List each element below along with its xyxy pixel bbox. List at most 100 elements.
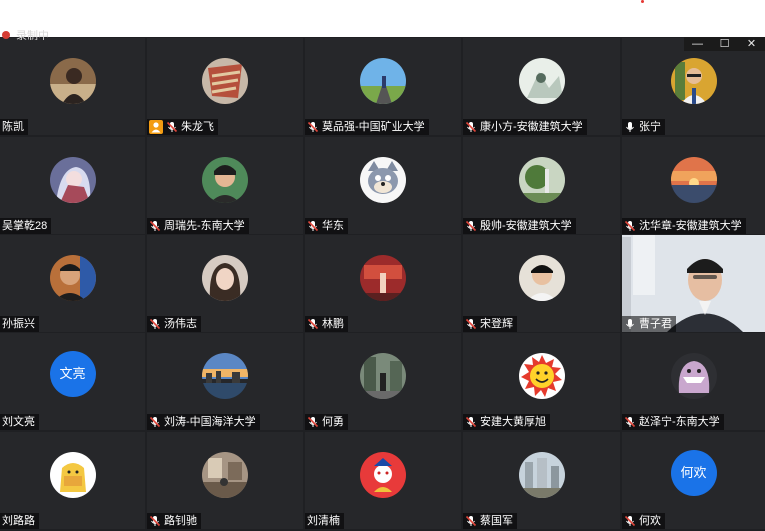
participant-tile[interactable]: 刘路路 [0, 432, 145, 529]
participant-tile[interactable]: 华东 [305, 137, 461, 234]
meeting-gallery-view: 陈凯 朱龙飞 莫品强-中国矿业大学 康小方-安徽建筑大学 张宁吴掌乾28 周瑞先-东南大学… [0, 37, 765, 531]
participant-avatar [670, 57, 717, 104]
mic-muted-icon [307, 121, 319, 133]
participant-avatar [202, 57, 248, 104]
minimize-button[interactable]: — [684, 37, 711, 51]
participant-nameplate: 张宁 [622, 119, 665, 135]
participant-avatar [670, 156, 717, 203]
mic-muted-icon [307, 318, 319, 330]
mic-muted-icon [465, 416, 477, 428]
participant-avatar [49, 156, 96, 203]
record-icon [2, 31, 10, 39]
host-icon [149, 120, 163, 134]
mic-muted-icon [465, 121, 477, 133]
mic-muted-icon [465, 318, 477, 330]
participant-name: 陈凯 [2, 121, 24, 133]
participant-avatar [49, 254, 96, 301]
participant-tile[interactable]: 赵泽宁-东南大学 [622, 333, 765, 430]
participant-tile[interactable]: 何欢 何欢 [622, 432, 765, 529]
mic-muted-icon [624, 220, 636, 232]
participant-tile[interactable]: 林鹏 [305, 235, 461, 332]
participant-tile[interactable]: 周瑞先-东南大学 [147, 137, 303, 234]
participant-avatar-text: 文亮 [49, 350, 96, 397]
participant-nameplate: 汤伟志 [147, 316, 201, 332]
participant-nameplate: 周瑞先-东南大学 [147, 218, 249, 234]
participant-nameplate: 路钊驰 [147, 513, 201, 529]
participant-avatar [518, 451, 565, 498]
participant-name: 华东 [322, 220, 344, 232]
participant-nameplate: 沈华章-安徽建筑大学 [622, 218, 746, 234]
mic-muted-icon [149, 318, 161, 330]
participant-tile[interactable]: 莫品强-中国矿业大学 [305, 38, 461, 135]
participant-tile[interactable]: 蔡国军 [463, 432, 620, 529]
participant-nameplate: 安建大黄厚旭 [463, 414, 550, 430]
participant-nameplate: 刘涛-中国海洋大学 [147, 414, 260, 430]
mic-muted-icon [307, 416, 319, 428]
participant-tile[interactable]: 刘清楠 [305, 432, 461, 529]
participant-tile[interactable]: 孙振兴 [0, 235, 145, 332]
participant-name: 周瑞先-东南大学 [164, 220, 245, 232]
participant-avatar [360, 254, 406, 301]
participant-tile[interactable]: 沈华章-安徽建筑大学 [622, 137, 765, 234]
participant-name: 安建大黄厚旭 [480, 416, 546, 428]
participant-avatar [360, 57, 406, 104]
participant-name: 林鹏 [322, 318, 344, 330]
participant-tile[interactable]: 刘涛-中国海洋大学 [147, 333, 303, 430]
participant-name: 何勇 [322, 416, 344, 428]
participant-nameplate: 何欢 [622, 513, 665, 529]
participant-name: 刘清楠 [307, 515, 340, 527]
participant-nameplate: 吴掌乾28 [0, 218, 52, 234]
participant-name: 莫品强-中国矿业大学 [322, 121, 425, 133]
participant-name: 宋登辉 [480, 318, 513, 330]
participant-avatar [202, 451, 248, 498]
participant-avatar [518, 57, 565, 104]
mic-muted-icon [166, 121, 178, 133]
participant-name: 沈华章-安徽建筑大学 [639, 220, 742, 232]
participant-name: 路钊驰 [164, 515, 197, 527]
participant-tile[interactable]: 文亮刘文亮 [0, 333, 145, 430]
participant-nameplate: 曹子君 [622, 316, 676, 332]
close-button[interactable]: ✕ [738, 37, 765, 51]
participant-tile[interactable]: 吴掌乾28 [0, 137, 145, 234]
participant-avatar [518, 352, 565, 399]
participant-tile[interactable]: 安建大黄厚旭 [463, 333, 620, 430]
participant-avatar [360, 352, 406, 399]
participant-nameplate: 殷帅-安徽建筑大学 [463, 218, 576, 234]
participant-avatar [202, 352, 248, 399]
participant-tile[interactable]: 康小方-安徽建筑大学 [463, 38, 620, 135]
participant-nameplate: 朱龙飞 [147, 119, 218, 135]
participant-name: 孙振兴 [2, 318, 35, 330]
participant-tile[interactable]: 汤伟志 [147, 235, 303, 332]
red-dot-marker [641, 0, 644, 3]
participant-name: 刘文亮 [2, 416, 35, 428]
participant-nameplate: 康小方-安徽建筑大学 [463, 119, 587, 135]
participant-nameplate: 刘路路 [0, 513, 39, 529]
participant-tile[interactable]: 张宁 [622, 38, 765, 135]
maximize-button[interactable]: ☐ [711, 37, 738, 51]
participant-name: 赵泽宁-东南大学 [639, 416, 720, 428]
participant-name: 殷帅-安徽建筑大学 [480, 220, 572, 232]
mic-muted-icon [624, 515, 636, 527]
participant-tile[interactable]: 殷帅-安徽建筑大学 [463, 137, 620, 234]
mic-muted-icon [149, 416, 161, 428]
participant-avatar [360, 451, 406, 498]
mic-muted-icon [149, 515, 161, 527]
participant-tile[interactable]: 路钊驰 [147, 432, 303, 529]
participant-nameplate: 刘清楠 [305, 513, 344, 529]
participant-name: 刘涛-中国海洋大学 [164, 416, 256, 428]
participant-tile[interactable]: 陈凯 [0, 38, 145, 135]
mic-muted-icon [465, 515, 477, 527]
participant-name: 蔡国军 [480, 515, 513, 527]
participant-tile[interactable]: 朱龙飞 [147, 38, 303, 135]
participant-nameplate: 林鹏 [305, 316, 348, 332]
participant-nameplate: 赵泽宁-东南大学 [622, 414, 724, 430]
mic-muted-icon [465, 220, 477, 232]
participant-name: 康小方-安徽建筑大学 [480, 121, 583, 133]
participant-name: 张宁 [639, 121, 661, 133]
participant-tile[interactable]: 曹子君 [622, 235, 765, 332]
participant-avatar [49, 57, 96, 104]
participant-tile[interactable]: 何勇 [305, 333, 461, 430]
participant-name: 刘路路 [2, 515, 35, 527]
participant-tile[interactable]: 宋登辉 [463, 235, 620, 332]
window-title: 录制中 [16, 30, 49, 40]
